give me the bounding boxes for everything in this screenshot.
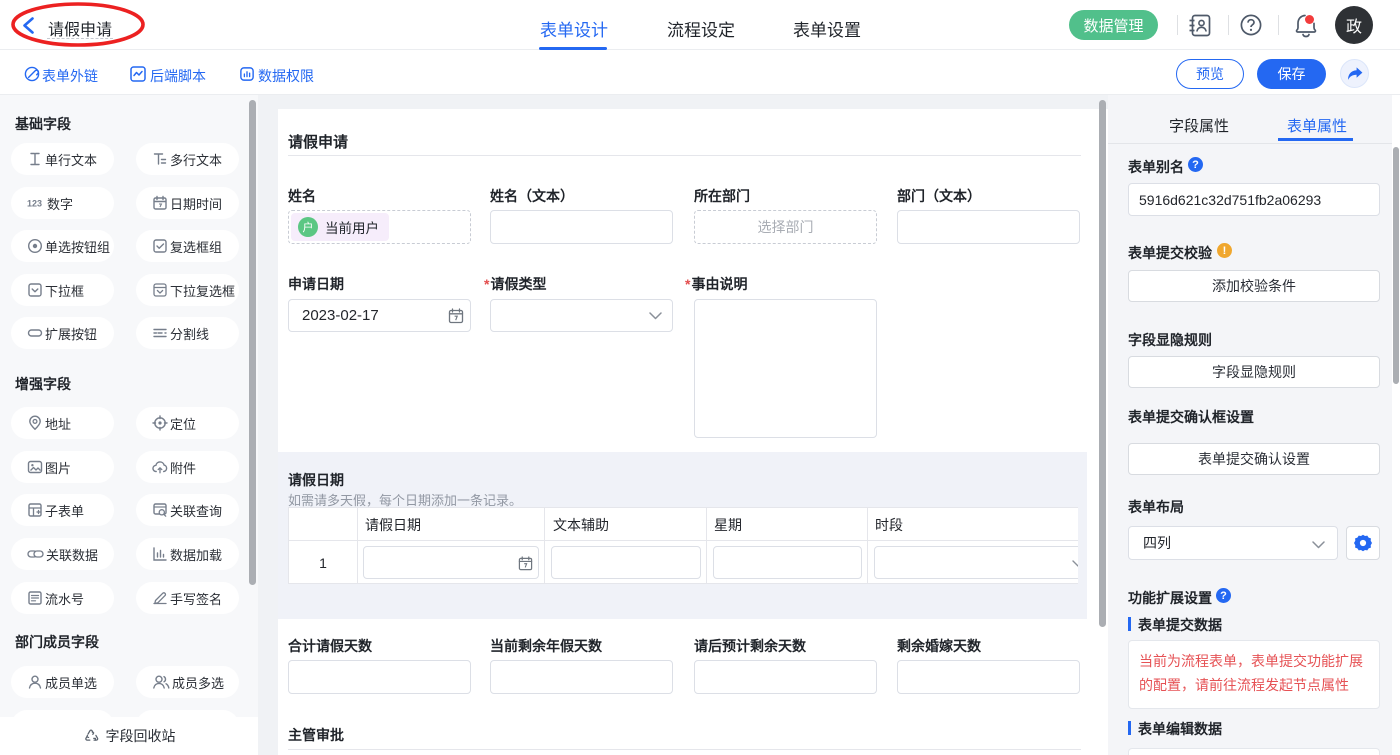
svg-text:123: 123 [27,199,42,209]
